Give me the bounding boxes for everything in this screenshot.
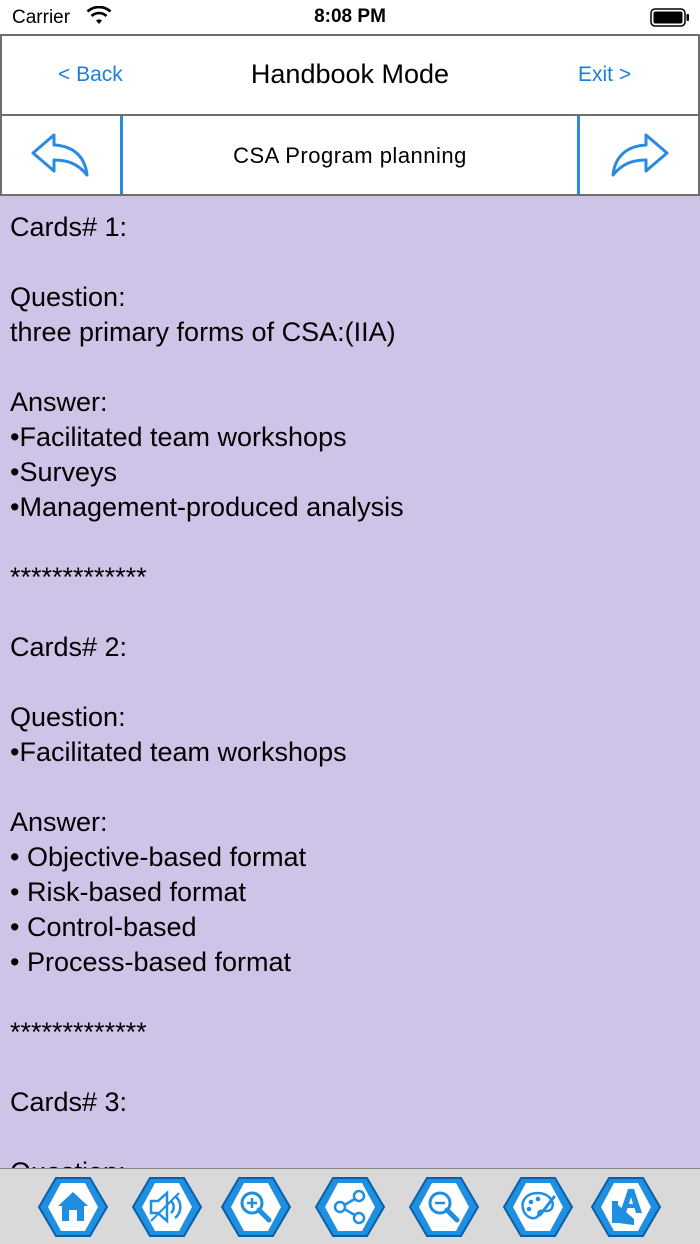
content-line: •Facilitated team workshops [10, 422, 347, 452]
content-line: • Objective-based format [10, 842, 307, 872]
font-style-icon [590, 1177, 662, 1237]
content-line [10, 1050, 690, 1085]
topic-bar: CSA Program planning [0, 114, 700, 196]
content-line: • Process-based format [10, 947, 292, 977]
palette-icon [502, 1177, 574, 1237]
zoom-in-button[interactable] [220, 1175, 292, 1239]
content-line: Cards# 2: [10, 632, 128, 662]
content-line: • Risk-based format [10, 877, 247, 907]
content-line [10, 665, 690, 700]
topic-title: CSA Program planning [233, 143, 467, 168]
content-line: •Surveys [10, 457, 117, 487]
battery-icon [650, 8, 689, 27]
content-line: ************* [10, 1017, 147, 1047]
content-line [10, 980, 690, 1015]
home-button[interactable] [37, 1175, 109, 1239]
share-icon [314, 1177, 386, 1237]
zoom-out-icon [408, 1177, 480, 1237]
content-line [10, 350, 690, 385]
theme-button[interactable] [502, 1175, 574, 1239]
content-line [10, 245, 690, 280]
redo-arrow-icon [611, 133, 669, 177]
zoom-in-icon [220, 1177, 292, 1237]
bottom-toolbar [0, 1168, 700, 1244]
font-style-button[interactable] [590, 1175, 662, 1239]
content-line: Cards# 1: [10, 212, 128, 242]
next-topic-button[interactable] [577, 116, 698, 194]
nav-bar: < Back Handbook Mode Exit > [0, 34, 700, 116]
content-line: Question: [10, 282, 126, 312]
status-bar: Carrier 8:08 PM [0, 0, 700, 34]
content-line: Question: [10, 702, 126, 732]
content-line: Answer: [10, 807, 108, 837]
content-line: •Management-produced analysis [10, 492, 404, 522]
content-line: Question: [10, 1155, 690, 1168]
status-time: 8:08 PM [314, 6, 386, 27]
speaker-icon [131, 1177, 203, 1237]
content-line [10, 525, 690, 560]
content-line: ************* [10, 562, 147, 592]
content-line [10, 770, 690, 805]
handbook-content[interactable]: Cards# 1: Question: three primary forms … [0, 196, 700, 1168]
speak-button[interactable] [131, 1175, 203, 1239]
content-line: •Facilitated team workshops [10, 737, 347, 767]
zoom-out-button[interactable] [408, 1175, 480, 1239]
content-line: three primary forms of CSA:(IIA) [10, 317, 396, 347]
content-line [10, 595, 690, 630]
share-button[interactable] [314, 1175, 386, 1239]
content-line: • Control-based [10, 912, 197, 942]
previous-topic-button[interactable] [2, 116, 123, 194]
content-line: Cards# 3: [10, 1087, 128, 1117]
home-icon [37, 1177, 109, 1237]
undo-arrow-icon [31, 133, 89, 177]
content-line: Answer: [10, 387, 108, 417]
content-line [10, 1120, 690, 1155]
exit-button[interactable]: Exit > [578, 63, 631, 87]
